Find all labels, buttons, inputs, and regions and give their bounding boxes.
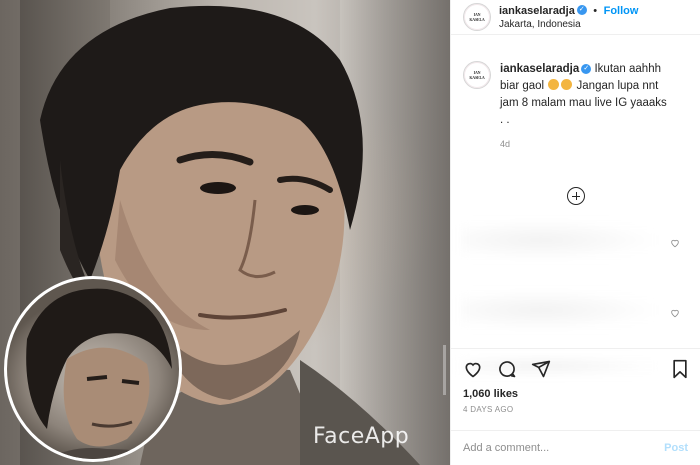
blurred-comment (461, 220, 661, 260)
comment-like-heart-icon[interactable] (670, 308, 680, 318)
caption-time-ago: 4d (500, 139, 511, 149)
post-header: IAN KASELA iankaselaradja ✓ • Follow Jaka… (451, 0, 700, 35)
follow-button[interactable]: Follow (604, 5, 639, 17)
post-comment-button[interactable]: Post (664, 442, 688, 454)
avatar-logo-text: IAN KASELA (469, 12, 485, 22)
faceapp-watermark: FaceApp (313, 424, 410, 449)
caption-avatar-text: IAN KASELA (469, 70, 485, 80)
bookmark-icon[interactable] (670, 359, 690, 379)
instagram-post-modal: FaceApp IAN KASELA iankaselaradja ✓ • Fol… (0, 0, 700, 465)
faceapp-inset-photo (4, 276, 182, 462)
heart-icon[interactable] (463, 359, 483, 379)
share-icon[interactable] (531, 359, 551, 379)
post-action-bar (451, 348, 700, 388)
caption-avatar[interactable]: IAN KASELA (463, 61, 491, 89)
comment-input[interactable] (463, 442, 665, 454)
smiling-emoji-icon (561, 79, 573, 90)
comments-section: IAN KASELA iankaselaradja ✓ Ikutan aahhh … (451, 35, 700, 377)
likes-count[interactable]: 1,060 likes (451, 388, 700, 405)
post-sidebar: IAN KASELA iankaselaradja ✓ • Follow Jaka… (450, 0, 700, 465)
post-caption: IAN KASELA iankaselaradja ✓ Ikutan aahhh … (463, 61, 688, 129)
load-more-comments-button[interactable] (567, 187, 585, 205)
caption-username[interactable]: iankaselaradja (500, 63, 579, 75)
author-avatar[interactable]: IAN KASELA (463, 3, 491, 31)
separator-dot: • (593, 5, 598, 17)
photo-scroll-indicator (443, 345, 446, 395)
add-comment-bar: Post (451, 430, 700, 465)
post-photo[interactable]: FaceApp (0, 0, 450, 465)
comment-icon[interactable] (497, 359, 517, 379)
author-username[interactable]: iankaselaradja (499, 5, 575, 17)
caption-verified-icon: ✓ (581, 63, 592, 74)
post-date: 4 DAYS AGO (463, 405, 514, 414)
verified-icon: ✓ (576, 4, 587, 15)
blurred-comment (461, 290, 661, 330)
grinning-emoji-icon (548, 79, 560, 90)
inset-portrait (26, 288, 173, 459)
caption-text: iankaselaradja ✓ Ikutan aahhh biar gaol J… (500, 61, 670, 129)
post-location[interactable]: Jakarta, Indonesia (499, 18, 638, 31)
header-text: iankaselaradja ✓ • Follow Jakarta, Indone… (499, 3, 638, 31)
comment-like-heart-icon[interactable] (670, 238, 680, 248)
